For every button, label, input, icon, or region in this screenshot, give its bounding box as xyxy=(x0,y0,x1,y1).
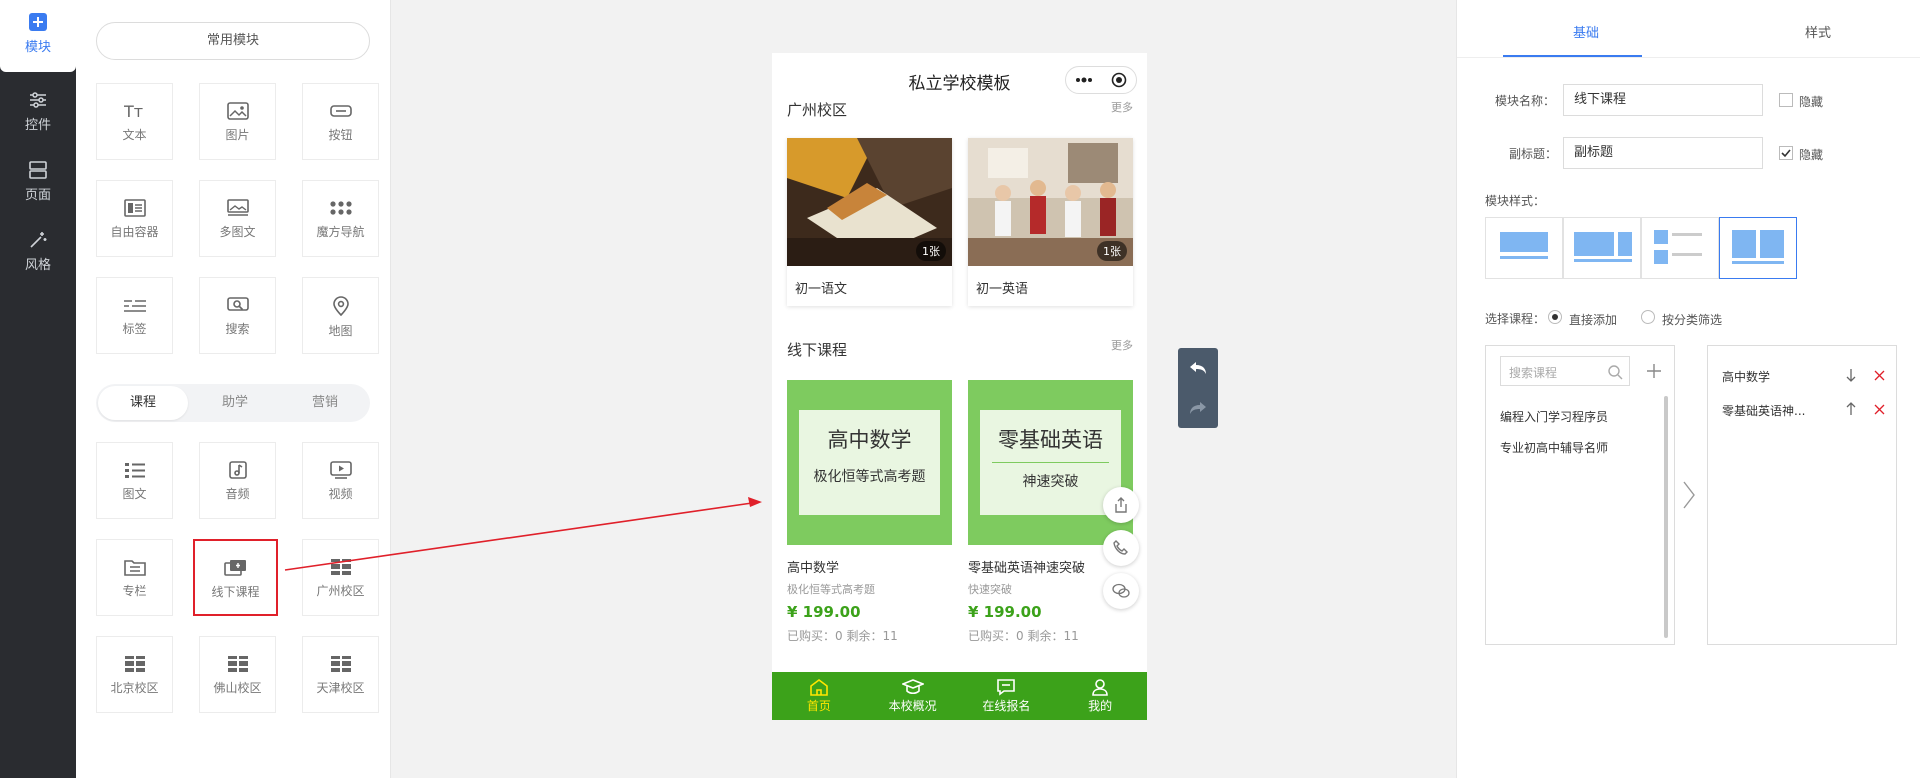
delete-icon[interactable] xyxy=(1874,404,1885,415)
radio-direct-add[interactable] xyxy=(1548,310,1562,324)
undo-button[interactable] xyxy=(1178,348,1218,388)
chevron-right-icon[interactable] xyxy=(1681,480,1697,510)
redo-icon xyxy=(1190,402,1206,414)
search-icon xyxy=(1608,365,1623,380)
tab-divider xyxy=(1457,57,1920,58)
delete-icon[interactable] xyxy=(1874,370,1885,381)
radio-category-label: 按分类筛选 xyxy=(1662,313,1723,327)
tab-basic[interactable]: 基础 xyxy=(1573,22,1599,41)
module-name-input[interactable]: 线下课程 xyxy=(1563,84,1763,116)
tab-style[interactable]: 样式 xyxy=(1805,22,1831,41)
style-option-3[interactable] xyxy=(1641,217,1719,279)
radio-filter-category[interactable] xyxy=(1641,310,1655,324)
module-name-label: 模块名称： xyxy=(1495,94,1556,108)
available-course-list: 搜索课程 编程入门学习程序员 专业初高中辅导名师 xyxy=(1485,345,1675,645)
undo-redo-panel xyxy=(1178,348,1218,428)
hide-label: 隐藏 xyxy=(1799,148,1824,162)
style-option-4[interactable] xyxy=(1719,217,1797,279)
available-course-item[interactable]: 专业初高中辅导名师 xyxy=(1500,439,1608,456)
arrow-down-icon[interactable] xyxy=(1846,368,1856,382)
radio-direct-label: 直接添加 xyxy=(1569,313,1618,327)
search-placeholder: 搜索课程 xyxy=(1509,366,1558,380)
add-icon[interactable] xyxy=(1646,363,1662,379)
arrow-up-icon[interactable] xyxy=(1846,402,1856,416)
subtitle-input[interactable]: 副标题 xyxy=(1563,137,1763,169)
module-style-label: 模块样式： xyxy=(1485,194,1546,208)
course-search-field[interactable]: 搜索课程 xyxy=(1500,356,1630,386)
scrollbar[interactable] xyxy=(1664,396,1668,638)
selected-course-item: 零基础英语神... xyxy=(1722,404,1806,418)
available-course-item[interactable]: 编程入门学习程序员 xyxy=(1500,408,1608,425)
hide-subtitle-checkbox[interactable] xyxy=(1779,146,1793,160)
selected-course-item: 高中数学 xyxy=(1722,370,1771,384)
selected-course-list: 高中数学 零基础英语神... xyxy=(1707,345,1897,645)
subtitle-label: 副标题： xyxy=(1509,147,1558,161)
properties-panel: 基础 样式 模块名称： 线下课程 隐藏 副标题： 副标题 隐藏 模块样式： 选择… xyxy=(1456,0,1920,778)
style-option-1[interactable] xyxy=(1485,217,1563,279)
checkmark-icon xyxy=(1781,149,1791,158)
redo-button[interactable] xyxy=(1178,388,1218,428)
style-option-2[interactable] xyxy=(1563,217,1641,279)
undo-icon xyxy=(1190,362,1206,374)
hide-name-checkbox[interactable] xyxy=(1779,93,1793,107)
hide-label: 隐藏 xyxy=(1799,95,1824,109)
select-course-label: 选择课程： xyxy=(1485,312,1546,326)
